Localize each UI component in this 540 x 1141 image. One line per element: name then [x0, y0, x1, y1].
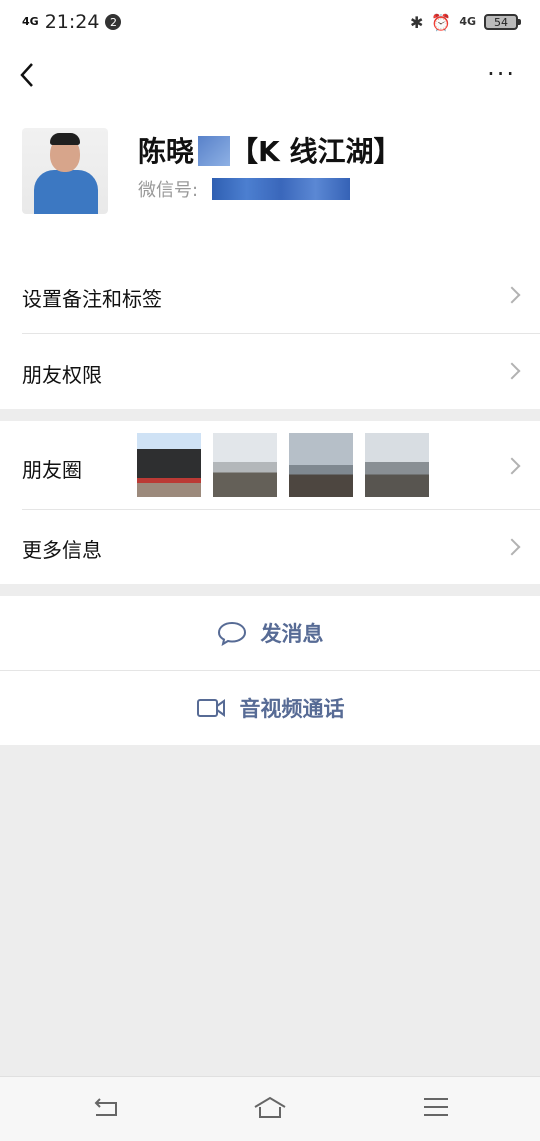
- friend-permissions-label: 朋友权限: [22, 363, 102, 387]
- back-nav-icon[interactable]: [90, 1095, 120, 1121]
- top-nav-bar: ···: [0, 44, 540, 106]
- chevron-right-icon: [503, 538, 521, 556]
- status-time: 21:24: [44, 11, 100, 33]
- send-message-label: 发消息: [260, 622, 324, 646]
- chat-bubble-icon: [217, 621, 246, 646]
- contact-name-suffix: 【K 线江湖】: [230, 135, 402, 168]
- alarm-icon: ⏰: [431, 12, 452, 32]
- bluetooth-icon: ✱: [409, 12, 424, 32]
- menu-nav-icon[interactable]: [422, 1095, 450, 1119]
- more-info-label: 更多信息: [22, 538, 102, 562]
- contact-name-prefix: 陈晓: [138, 135, 195, 168]
- moments-label: 朋友圈: [22, 458, 82, 482]
- remark-tags-label: 设置备注和标签: [22, 287, 162, 311]
- more-options-button[interactable]: ···: [487, 62, 516, 86]
- back-icon[interactable]: [14, 58, 42, 92]
- friend-permissions-row[interactable]: 朋友权限: [0, 334, 540, 409]
- battery-icon: 54: [484, 14, 521, 30]
- redacted-wechat-id: [212, 178, 350, 200]
- status-bar: 4G 21:24 2 ✱ ⏰ 4G 54: [0, 0, 540, 44]
- redacted-name-block: [198, 136, 230, 166]
- system-nav-bar: [0, 1076, 540, 1141]
- battery-level: 54: [494, 15, 508, 29]
- network-icon: 4G: [459, 15, 476, 28]
- av-call-label: 音视频通话: [239, 697, 345, 721]
- home-nav-icon[interactable]: [252, 1095, 288, 1121]
- avatar[interactable]: [22, 128, 108, 214]
- moments-row[interactable]: 朋友圈: [0, 421, 540, 509]
- wechat-id-label: 微信号:: [138, 180, 199, 201]
- moments-photo: [365, 433, 429, 497]
- moments-photo: [137, 433, 201, 497]
- chevron-right-icon: [503, 362, 521, 380]
- moments-photo: [289, 433, 353, 497]
- remark-tags-row[interactable]: 设置备注和标签: [0, 258, 540, 333]
- send-message-button[interactable]: 发消息: [0, 596, 540, 670]
- av-call-button[interactable]: 音视频通话: [0, 671, 540, 745]
- more-info-row[interactable]: 更多信息: [0, 510, 540, 584]
- contact-name: 陈晓 【K 线江湖】: [138, 130, 401, 170]
- profile-header: 陈晓 【K 线江湖】 微信号:: [0, 106, 540, 258]
- video-camera-icon: [196, 699, 225, 717]
- notification-badge: 2: [105, 14, 122, 30]
- info-group: 朋友圈 更多信息: [0, 421, 540, 584]
- settings-group: 设置备注和标签 朋友权限: [0, 258, 540, 409]
- moments-photo: [213, 433, 277, 497]
- chevron-right-icon: [503, 457, 521, 475]
- signal-icon: 4G: [22, 15, 39, 28]
- chevron-right-icon: [503, 286, 521, 304]
